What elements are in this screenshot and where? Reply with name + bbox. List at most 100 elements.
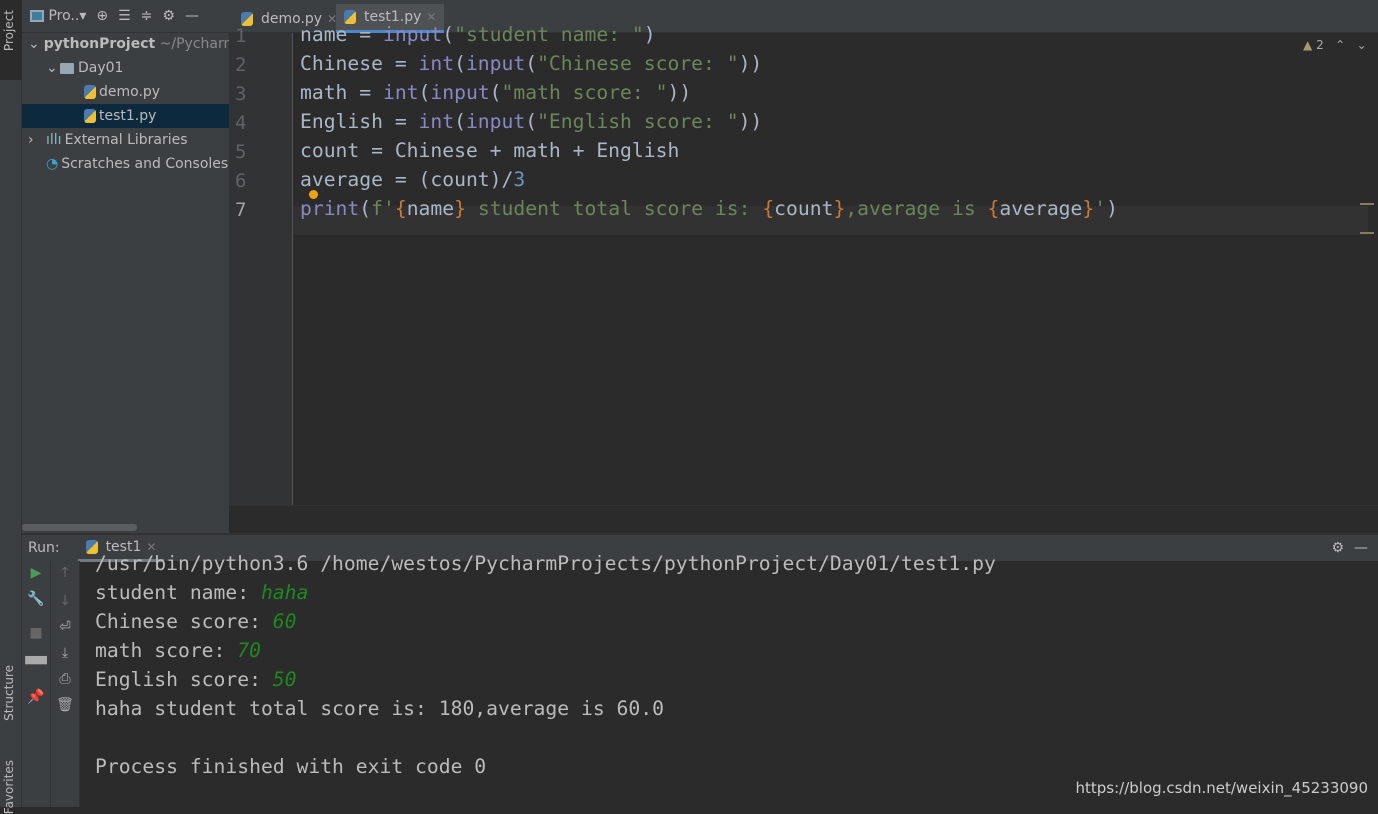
code-token: "Chinese score: " [537,52,739,75]
tree-item-external-libraries[interactable]: › ıllı External Libraries [22,128,229,152]
watermark: https://blog.csdn.net/weixin_45233090 [1075,779,1368,797]
code-token: 3 [513,168,526,191]
project-view-label: Pro.. [48,8,80,24]
tree-label: Day01 [78,60,124,76]
panel-icon [30,10,44,22]
code-token: ( [359,197,372,220]
console-line: Chinese score: 60 [95,610,297,633]
code-line: print(f'{name} student total score is: {… [300,197,1118,220]
layout-icon[interactable]: ▀▀ [22,657,50,673]
collapse-all-icon[interactable]: ≑ [141,8,153,24]
warning-count: 2 [1316,38,1324,52]
prev-highlight-icon[interactable]: ⌃ [1335,38,1345,52]
code-line: average = (count)/3 [300,168,525,191]
code-token: ( [525,110,538,133]
line-number: 7 [235,199,247,221]
code-token: Chinese = [300,52,419,75]
intention-bulb-icon[interactable] [309,190,318,199]
tree-item-test1-py[interactable]: test1.py [22,104,229,128]
code-token: math = [300,81,383,104]
python-file-icon [84,109,96,123]
user-input: 50 [272,668,297,691]
tree-hint: ~/PycharmProjects [159,36,229,52]
code-token: ( [454,110,466,133]
code-token: name = [300,23,383,46]
console-text: student name: [95,581,261,604]
favorites-tool-tab[interactable]: Favorites [2,760,16,814]
code-line: count = Chinese + math + English [300,139,679,162]
code-token: int [382,81,419,104]
code-token: int [418,52,455,75]
gear-icon[interactable]: ⚙ [1331,540,1344,556]
code-token: } [833,197,846,220]
tree-item-day01[interactable]: ⌄ Day01 [22,56,229,80]
console-line: English score: 50 [95,668,297,691]
up-arrow-icon[interactable]: ↑ [51,565,79,581]
code-token: name [406,197,455,220]
code-token: ) [643,23,656,46]
console-line: /usr/bin/python3.6 /home/westos/PycharmP… [95,552,996,575]
print-icon[interactable]: ⎙ [51,671,79,687]
tree-item-demo-py[interactable]: demo.py [22,80,229,104]
code-token: ( [489,81,502,104]
console-text: haha student total score is: 180,average… [95,697,664,720]
gear-icon[interactable]: ⚙ [162,8,175,24]
wrench-icon[interactable]: 🔧 [22,591,50,607]
console-line: haha student total score is: 180,average… [95,697,664,720]
console-line: student name: haha [95,581,308,604]
code-token: input [382,23,443,46]
code-token: f' [371,197,395,220]
code-token: } [454,197,466,220]
code-token: ( [442,23,455,46]
expand-all-icon[interactable]: ☰ [118,8,131,24]
tree-item-pythonproject[interactable]: ⌄pythonProject ~/PycharmProjects [22,32,229,56]
warning-marker[interactable] [1360,203,1374,205]
code-line: math = int(input("math score: ")) [300,81,691,104]
pin-icon[interactable]: 📌 [22,689,50,705]
project-toolbar: Pro..▾ ⊕ ☰ ≑ ⚙ — [22,0,229,33]
user-input: 70 [237,639,261,662]
user-input: 60 [272,610,297,633]
run-label: Run: [28,540,60,556]
next-highlight-icon[interactable]: ⌄ [1357,38,1367,52]
project-scrollbar[interactable] [22,524,137,531]
project-view-selector[interactable]: Pro..▾ [30,8,86,24]
down-arrow-icon[interactable]: ↓ [51,593,79,609]
python-file-icon [344,10,356,24]
code-token: ,average is [845,197,988,220]
trash-icon[interactable]: 🗑 [51,697,79,713]
code-token: } [1082,197,1095,220]
scratches-icon: ◔ [46,156,59,172]
code-token: )) [738,52,763,75]
code-token: student total score is: [465,197,763,220]
line-number: 5 [235,141,247,163]
rerun-icon[interactable]: ▶ [22,565,50,581]
editor-bottom-area [229,505,1378,533]
inspection-widget[interactable]: ▲ 2 ⌃ ⌄ [1303,38,1367,52]
project-tool-tab[interactable]: Project [0,0,22,80]
code-token: English = [300,110,419,133]
minimize-icon[interactable]: — [1354,540,1368,556]
locate-icon[interactable]: ⊕ [96,8,108,24]
console-text: /usr/bin/python3.6 /home/westos/PycharmP… [95,552,996,575]
soft-wrap-icon[interactable]: ⏎ [51,619,79,635]
code-token: input [465,110,526,133]
minimize-icon[interactable]: — [185,8,199,24]
console-text: Chinese score: [95,610,273,633]
code-token: input [430,81,490,104]
stop-icon[interactable]: ■ [22,625,50,641]
code-token: "math score: " [501,81,668,104]
code-line: Chinese = int(input("Chinese score: ")) [300,52,762,75]
console-text: math score: [95,639,238,662]
close-icon[interactable]: ✕ [426,10,436,24]
code-token: count = Chinese + math + English [300,139,680,162]
code-token: "student name: " [454,23,644,46]
console-actions-toolbar: ↑ ↓ ⏎ ⤓ ⎙ 🗑 [51,561,80,807]
code-token: average = (count)/ [300,168,514,191]
structure-tool-tab[interactable]: Structure [2,665,16,721]
code-token: { [987,197,1000,220]
warning-marker[interactable] [1360,232,1374,234]
tree-item-scratches[interactable]: ◔ Scratches and Consoles [22,152,229,176]
scroll-to-end-icon[interactable]: ⤓ [51,645,79,661]
tree-label: External Libraries [64,132,188,148]
